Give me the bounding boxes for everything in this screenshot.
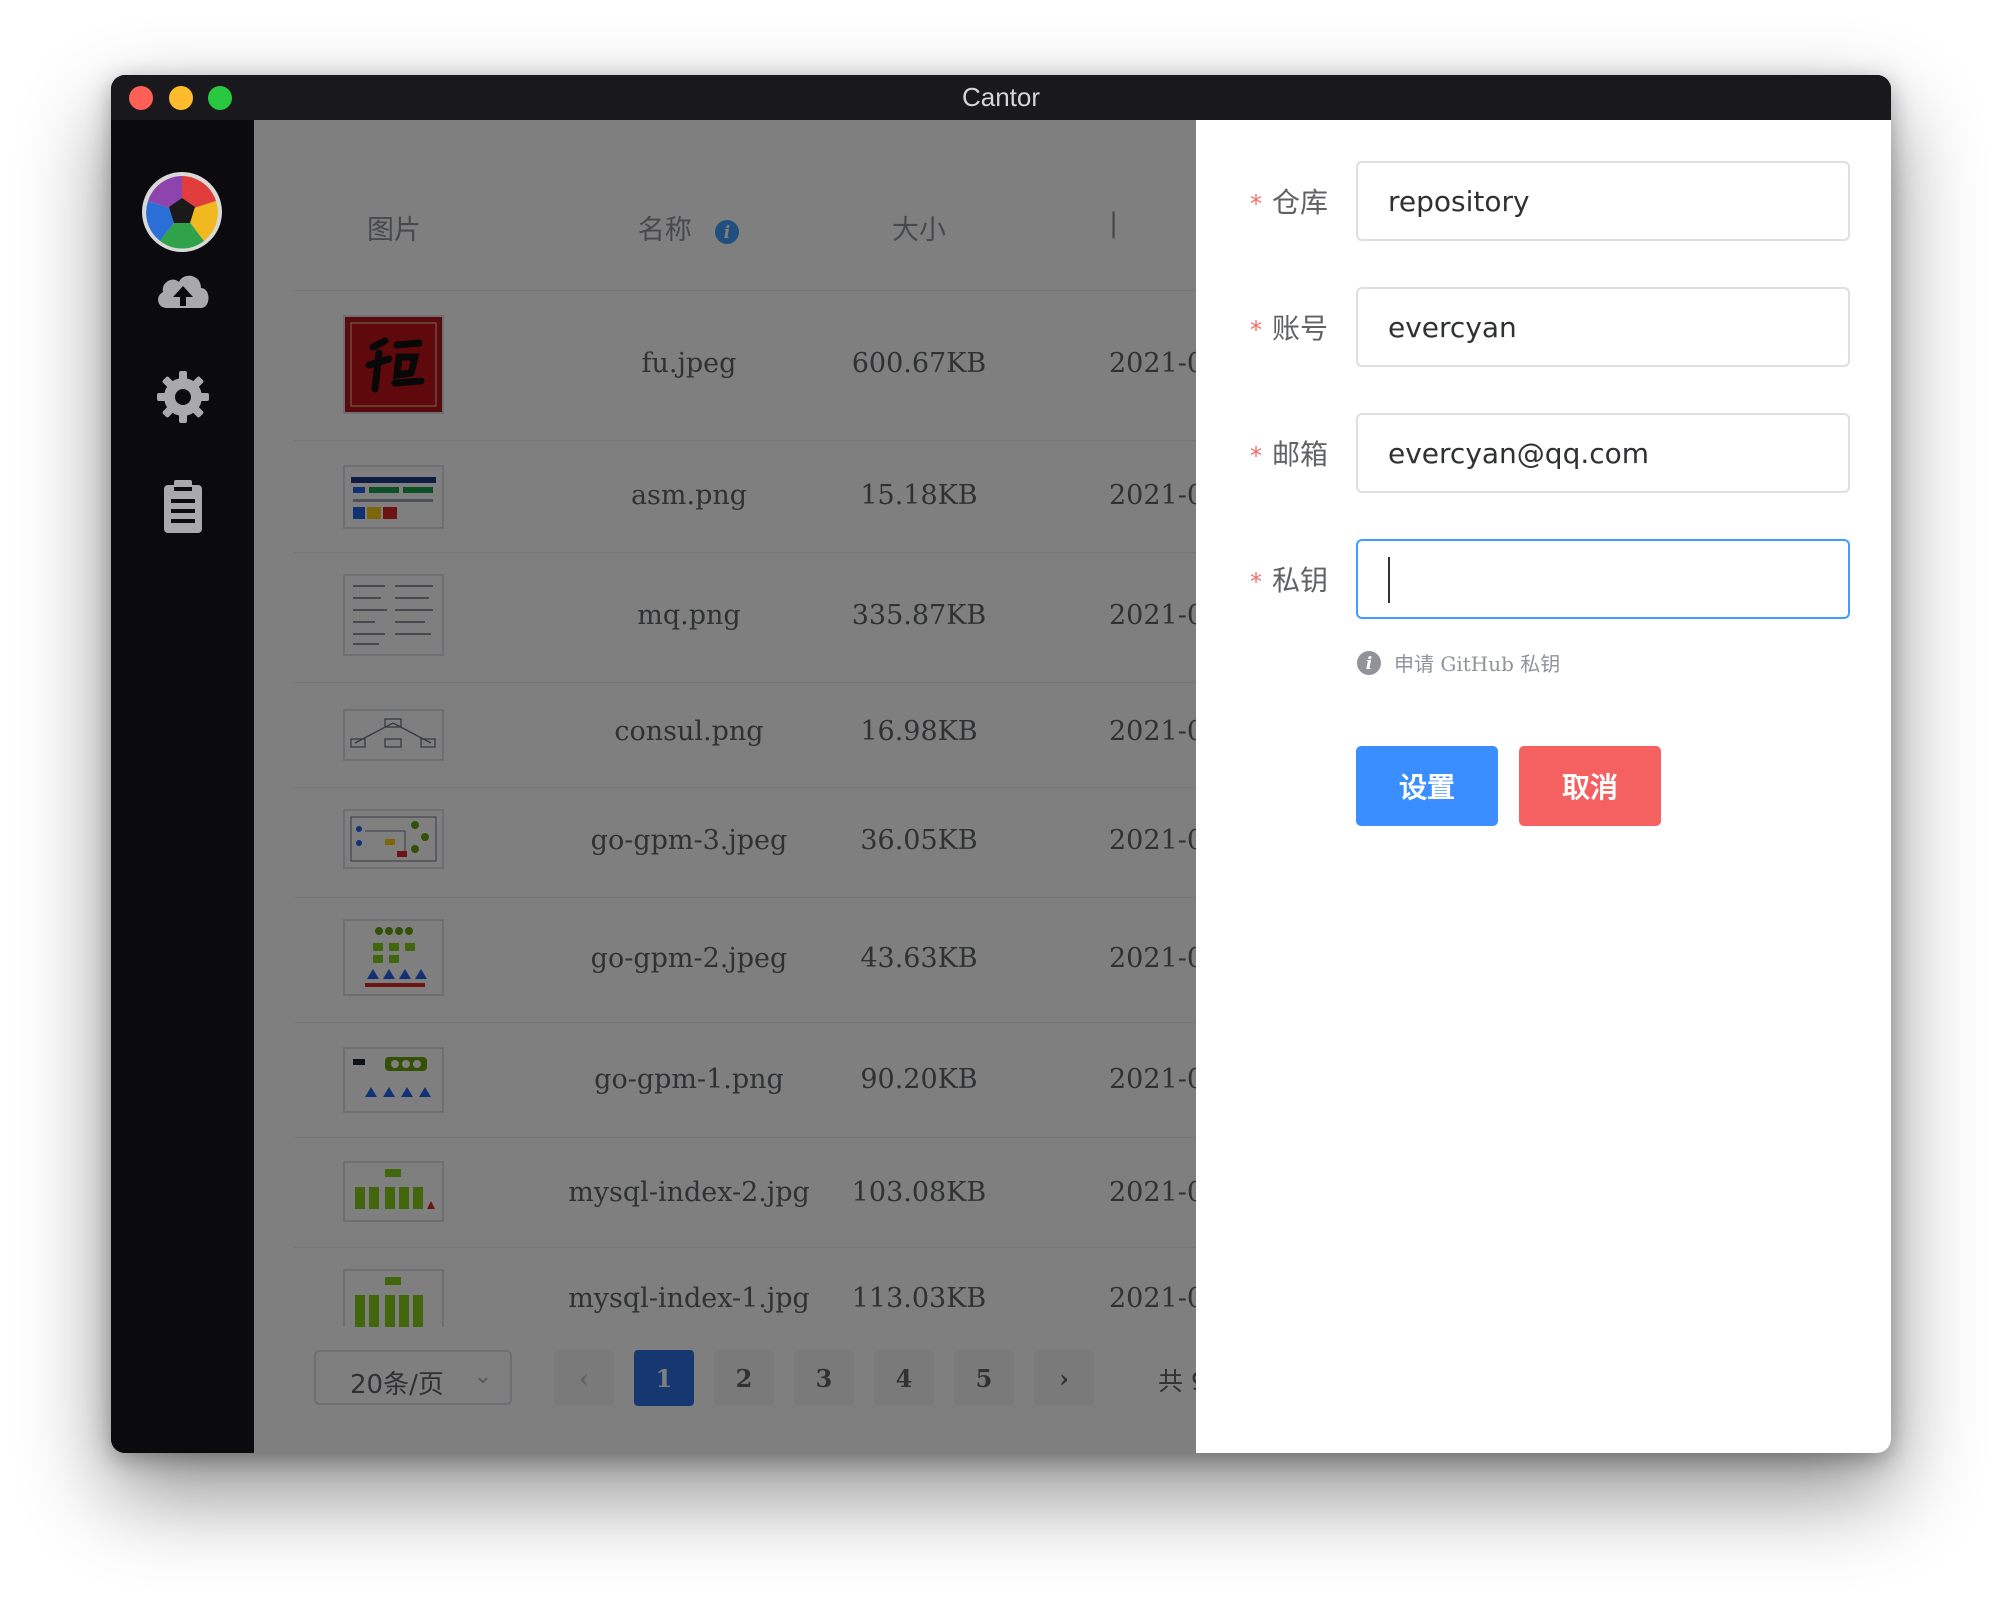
upload-cloud-icon[interactable]	[151, 260, 215, 324]
required-mark: *	[1250, 190, 1262, 218]
title-bar[interactable]: Cantor	[111, 75, 1891, 120]
minimize-window-button[interactable]	[169, 86, 193, 110]
app-window: Cantor * 仓库 repository * 账号 evercyan * 邮…	[111, 75, 1891, 1453]
email-label: * 邮箱	[1250, 433, 1328, 473]
account-label: * 账号	[1250, 307, 1328, 347]
required-mark: *	[1250, 442, 1262, 470]
email-input[interactable]	[1356, 413, 1850, 493]
private-key-hint-text[interactable]: 申请 GitHub 私钥	[1394, 648, 1560, 677]
main-content: 图片 名称 i 大小 |	[254, 120, 1891, 1453]
settings-drawer: *仓库 *账号 *邮箱 *私钥 i 申请 GitHub	[1196, 120, 1891, 1453]
close-window-button[interactable]	[129, 86, 153, 110]
text-cursor	[1388, 557, 1390, 603]
repository-label-text: 仓库	[1272, 186, 1329, 219]
window-title: Cantor	[961, 82, 1041, 112]
private-key-label-text: 私钥	[1272, 564, 1329, 597]
private-key-input[interactable]	[1356, 539, 1850, 619]
form-item-account: * 账号	[1196, 287, 1891, 367]
cancel-button[interactable]: 取消	[1519, 746, 1661, 826]
account-label-text: 账号	[1272, 312, 1329, 345]
account-input[interactable]	[1356, 287, 1850, 367]
info-icon: i	[1357, 650, 1381, 675]
form-item-email: * 邮箱	[1196, 413, 1891, 493]
app-logo-icon	[142, 172, 222, 252]
form-item-repository: * 仓库	[1196, 161, 1891, 241]
maximize-window-button[interactable]	[208, 86, 232, 110]
required-mark: *	[1250, 316, 1262, 344]
required-mark: *	[1250, 568, 1262, 596]
email-label-text: 邮箱	[1272, 438, 1329, 471]
settings-gear-icon[interactable]	[151, 365, 215, 429]
form-item-private-key: * 私钥	[1196, 539, 1891, 619]
private-key-hint[interactable]: i 申请 GitHub 私钥	[1356, 648, 1560, 677]
svg-text:i: i	[1366, 654, 1372, 674]
set-button[interactable]: 设置	[1356, 746, 1498, 826]
clipboard-icon[interactable]	[151, 475, 215, 539]
repository-input[interactable]	[1356, 161, 1850, 241]
private-key-label: * 私钥	[1250, 559, 1328, 599]
sidebar	[111, 120, 254, 1453]
repository-label: * 仓库	[1250, 181, 1328, 221]
